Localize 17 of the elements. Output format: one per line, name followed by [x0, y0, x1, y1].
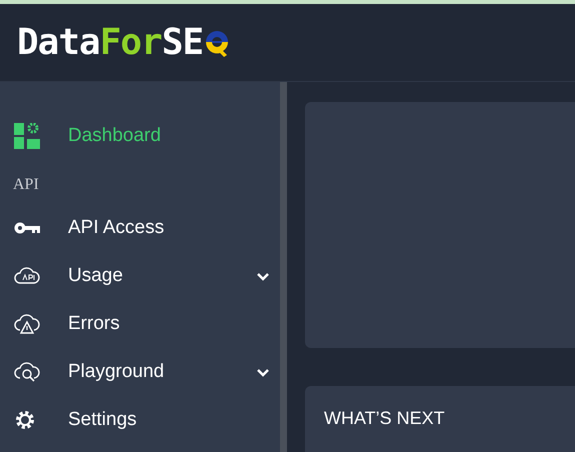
gear-icon: [14, 409, 36, 431]
logo[interactable]: DataForSE: [17, 22, 234, 63]
nav-item[interactable]: Usage: [0, 252, 280, 300]
nav-item[interactable]: API Access: [0, 204, 280, 252]
section-heading: API: [12, 176, 40, 194]
dashboard-icon: [14, 123, 40, 149]
nav-item[interactable]: Dashboard: [0, 112, 280, 160]
nav-item[interactable]: Playground: [0, 348, 280, 396]
chevron-down-icon: [256, 368, 270, 376]
scrollbar[interactable]: [280, 82, 287, 452]
cloud-warning-icon: [14, 312, 40, 336]
chevron-down-icon: [256, 272, 270, 280]
cloud-search-icon: [14, 360, 40, 384]
card-title: WHAT’S NEXT: [324, 408, 446, 429]
nav-item[interactable]: Settings: [0, 396, 280, 444]
key-icon: [14, 221, 40, 235]
nav-item[interactable]: Errors: [0, 300, 280, 348]
